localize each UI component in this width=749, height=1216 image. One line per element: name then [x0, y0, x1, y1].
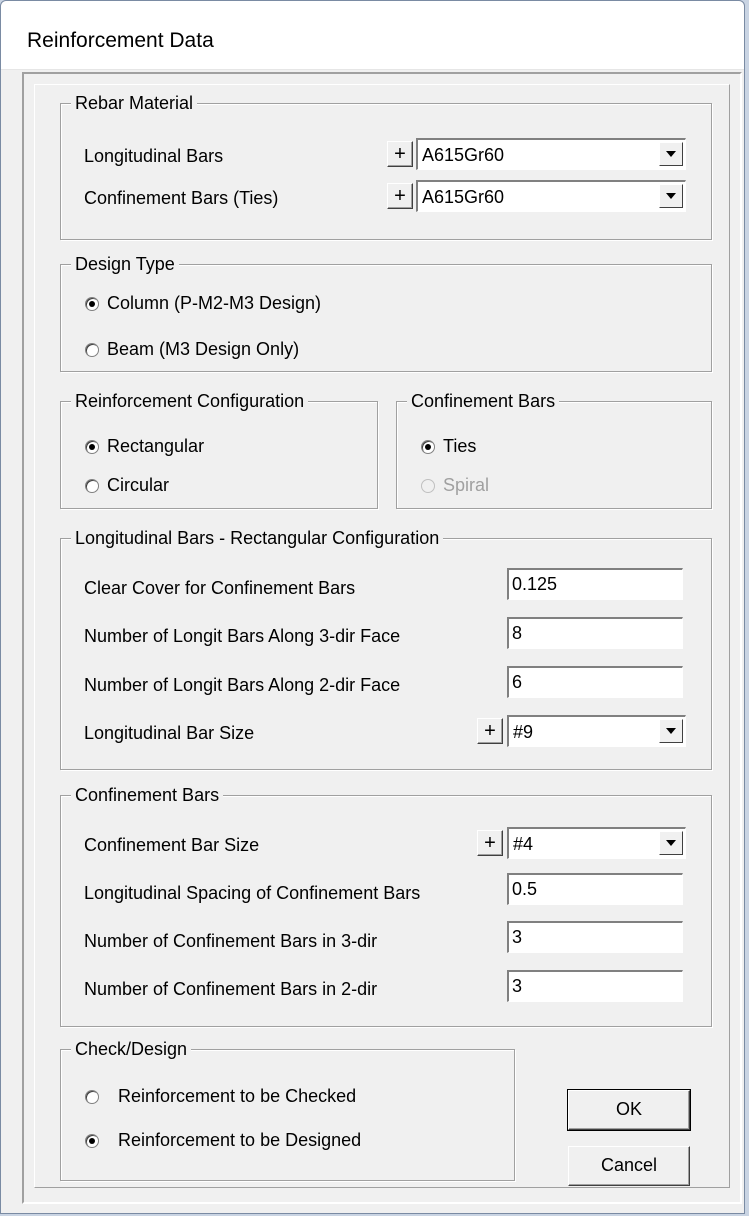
ok-button[interactable]: OK — [567, 1089, 691, 1131]
longit-bar-size-select[interactable]: #9 — [507, 715, 686, 747]
config-circular-radio[interactable] — [85, 479, 99, 493]
check-design-group: Check/Design — [60, 1037, 515, 1181]
longitudinal-material-select[interactable]: A615Gr60 — [416, 138, 686, 170]
add-confinement-bar-size-button[interactable]: + — [477, 830, 503, 856]
longit-bars-2dir-field[interactable]: 6 — [507, 666, 683, 698]
window-title: Reinforcement Data — [27, 29, 214, 52]
chevron-down-icon[interactable] — [659, 719, 683, 743]
confinement-spiral-label: Spiral — [443, 475, 490, 495]
config-rectangular-radio[interactable] — [85, 440, 99, 454]
check-reinforcement-radio[interactable] — [85, 1090, 99, 1104]
check-reinforcement-label[interactable]: Reinforcement to be Checked — [118, 1084, 356, 1108]
confinement-spacing-label: Longitudinal Spacing of Confinement Bars — [84, 883, 421, 903]
check-design-legend: Check/Design — [71, 1037, 192, 1061]
confinement-spacing-field[interactable]: 0.5 — [507, 873, 683, 905]
add-confinement-material-button[interactable]: + — [387, 183, 413, 209]
rebar-material-group: Rebar Material — [60, 91, 712, 240]
confinement-count-3dir-label: Number of Confinement Bars in 3-dir — [84, 931, 378, 951]
clear-cover-field[interactable]: 0.125 — [507, 568, 683, 600]
design-type-beam-radio[interactable] — [85, 343, 99, 357]
confinement-count-2dir-field[interactable]: 3 — [507, 970, 683, 1002]
chevron-down-icon[interactable] — [659, 142, 683, 166]
confinement-bar-size-select[interactable]: #4 — [507, 827, 686, 859]
confinement-bars-legend: Confinement Bars — [71, 783, 224, 807]
rebar-material-legend: Rebar Material — [71, 91, 198, 115]
config-rectangular-label[interactable]: Rectangular — [107, 434, 204, 458]
design-type-legend: Design Type — [71, 252, 179, 276]
longitudinal-bars-legend: Longitudinal Bars - Rectangular Configur… — [71, 526, 444, 550]
confinement-spiral-radio — [421, 479, 435, 493]
title-bar[interactable]: Reinforcement Data — [1, 1, 744, 70]
longitudinal-bars-label: Longitudinal Bars — [84, 146, 224, 166]
chevron-down-icon[interactable] — [659, 831, 683, 855]
reinforcement-configuration-legend: Reinforcement Configuration — [71, 389, 309, 413]
add-longitudinal-material-button[interactable]: + — [387, 141, 413, 167]
longitudinal-material-value: A615Gr60 — [422, 145, 505, 165]
longit-bars-2dir-label: Number of Longit Bars Along 2-dir Face — [84, 675, 401, 695]
longit-bar-size-value: #9 — [513, 722, 534, 742]
design-type-column-radio[interactable] — [85, 297, 99, 311]
confinement-ties-label[interactable]: Ties — [443, 434, 476, 458]
add-longit-bar-size-button[interactable]: + — [477, 718, 503, 744]
design-reinforcement-radio[interactable] — [85, 1134, 99, 1148]
confinement-type-legend: Confinement Bars — [407, 389, 560, 413]
config-circular-label[interactable]: Circular — [107, 473, 169, 497]
chevron-down-icon[interactable] — [659, 184, 683, 208]
clear-cover-label: Clear Cover for Confinement Bars — [84, 578, 356, 598]
confinement-count-3dir-field[interactable]: 3 — [507, 921, 683, 953]
confinement-material-select[interactable]: A615Gr60 — [416, 180, 686, 212]
longit-bars-3dir-label: Number of Longit Bars Along 3-dir Face — [84, 626, 401, 646]
confinement-bar-size-label: Confinement Bar Size — [84, 835, 260, 855]
longit-bars-3dir-field[interactable]: 8 — [507, 617, 683, 649]
longit-bar-size-label: Longitudinal Bar Size — [84, 723, 255, 743]
confinement-bars-label: Confinement Bars (Ties) — [84, 188, 279, 208]
confinement-ties-radio[interactable] — [421, 440, 435, 454]
design-type-column-label[interactable]: Column (P-M2-M3 Design) — [107, 291, 321, 315]
confinement-count-2dir-label: Number of Confinement Bars in 2-dir — [84, 979, 378, 999]
cancel-button[interactable]: Cancel — [568, 1146, 690, 1186]
confinement-material-value: A615Gr60 — [422, 187, 505, 207]
design-reinforcement-label[interactable]: Reinforcement to be Designed — [118, 1128, 361, 1152]
confinement-bar-size-value: #4 — [513, 834, 534, 854]
design-type-beam-label[interactable]: Beam (M3 Design Only) — [107, 337, 299, 361]
